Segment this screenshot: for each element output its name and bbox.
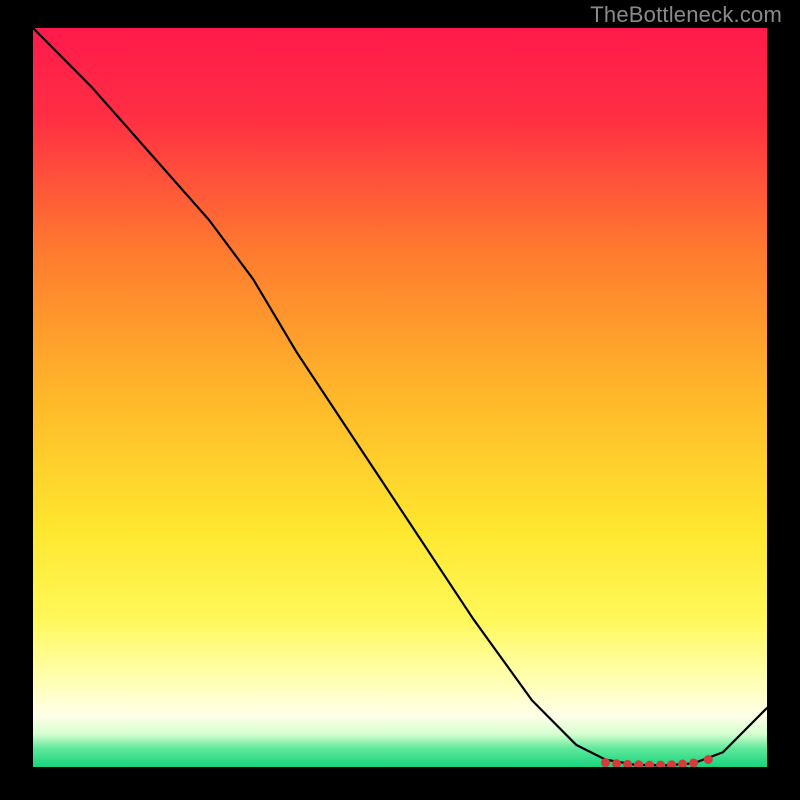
gradient-background — [33, 28, 767, 767]
marker-point — [601, 758, 610, 767]
chart-frame: TheBottleneck.com — [0, 0, 800, 800]
attribution-label: TheBottleneck.com — [590, 2, 782, 28]
plot-area — [33, 28, 767, 767]
marker-point — [704, 755, 713, 764]
chart-svg — [33, 28, 767, 767]
